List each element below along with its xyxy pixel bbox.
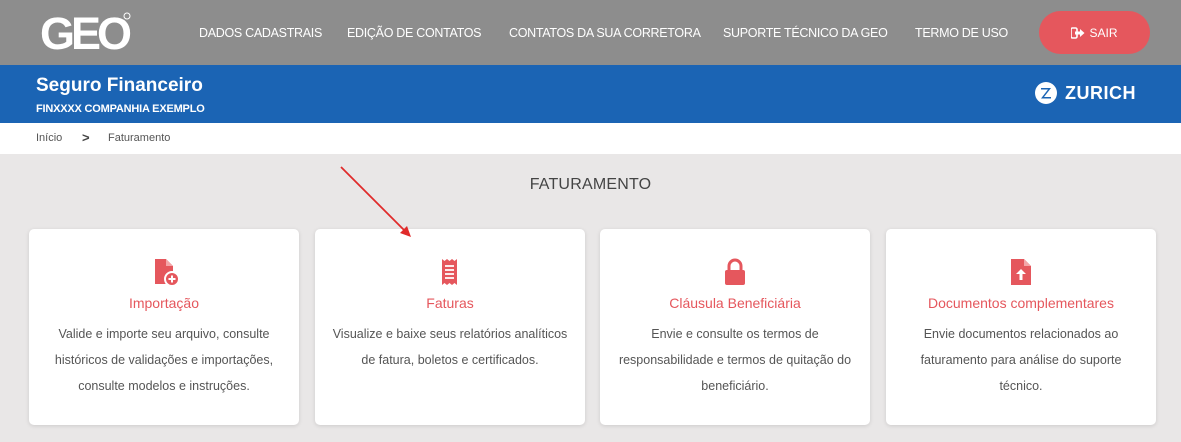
breadcrumb-home[interactable]: Início: [36, 132, 62, 144]
card-faturas[interactable]: Faturas Visualize e baixe seus relatório…: [315, 229, 585, 425]
sign-out-icon: [1071, 26, 1085, 39]
insurer-logo: ZURICH: [1035, 82, 1136, 104]
page-title: FATURAMENTO: [529, 176, 652, 193]
nav-contatos-da-corretora[interactable]: CONTATOS DA SUA CORRETORA: [509, 0, 701, 65]
product-title: Seguro Financeiro: [36, 75, 203, 96]
zurich-z-icon: [1035, 82, 1057, 104]
card-description: Valide e importe seu arquivo, consulte h…: [54, 327, 274, 393]
card-title: Cláusula Beneficiária: [669, 295, 801, 311]
card-title: Faturas: [426, 295, 474, 311]
insurer-name: ZURICH: [1065, 82, 1136, 103]
card-description: Envie e consulte os termos de responsabi…: [618, 327, 852, 393]
company-name: FINXXXX COMPANHIA EXEMPLO: [36, 103, 205, 115]
nav-dados-cadastrais[interactable]: DADOS CADASTRAIS: [199, 0, 322, 65]
breadcrumb-separator: >: [82, 130, 90, 145]
svg-text:GEO: GEO: [40, 8, 131, 56]
breadcrumb: Início > Faturamento: [0, 123, 1181, 154]
nav-termo-de-uso[interactable]: TERMO DE USO: [915, 0, 1008, 65]
logout-button[interactable]: SAIR: [1039, 11, 1150, 54]
lock-icon: [725, 258, 745, 285]
breadcrumb-current: Faturamento: [108, 132, 171, 144]
card-clausula-beneficiaria[interactable]: Cláusula Beneficiária Envie e consulte o…: [600, 229, 870, 425]
logout-label: SAIR: [1089, 25, 1118, 40]
top-navigation-bar: GEO DADOS CADASTRAIS EDIÇÃO DE CONTATOS …: [0, 0, 1181, 65]
card-title: Importação: [128, 295, 200, 311]
card-documentos-complementares[interactable]: Documentos complementares Envie document…: [886, 229, 1156, 425]
file-plus-icon: [155, 259, 179, 287]
card-description: Envie documentos relacionados ao faturam…: [920, 327, 1122, 393]
geo-logo[interactable]: GEO: [34, 8, 134, 56]
card-importacao[interactable]: Importação Valide e importe seu arquivo,…: [29, 229, 299, 425]
nav-edicao-de-contatos[interactable]: EDIÇÃO DE CONTATOS: [347, 0, 482, 65]
product-header: Seguro Financeiro FINXXXX COMPANHIA EXEM…: [0, 65, 1181, 123]
card-description: Visualize e baixe seus relatórios analít…: [332, 327, 568, 367]
receipt-icon: [442, 259, 457, 285]
file-upload-icon: [1011, 259, 1031, 285]
nav-suporte-tecnico[interactable]: SUPORTE TÉCNICO DA GEO: [723, 0, 888, 65]
card-title: Documentos complementares: [928, 295, 1114, 311]
